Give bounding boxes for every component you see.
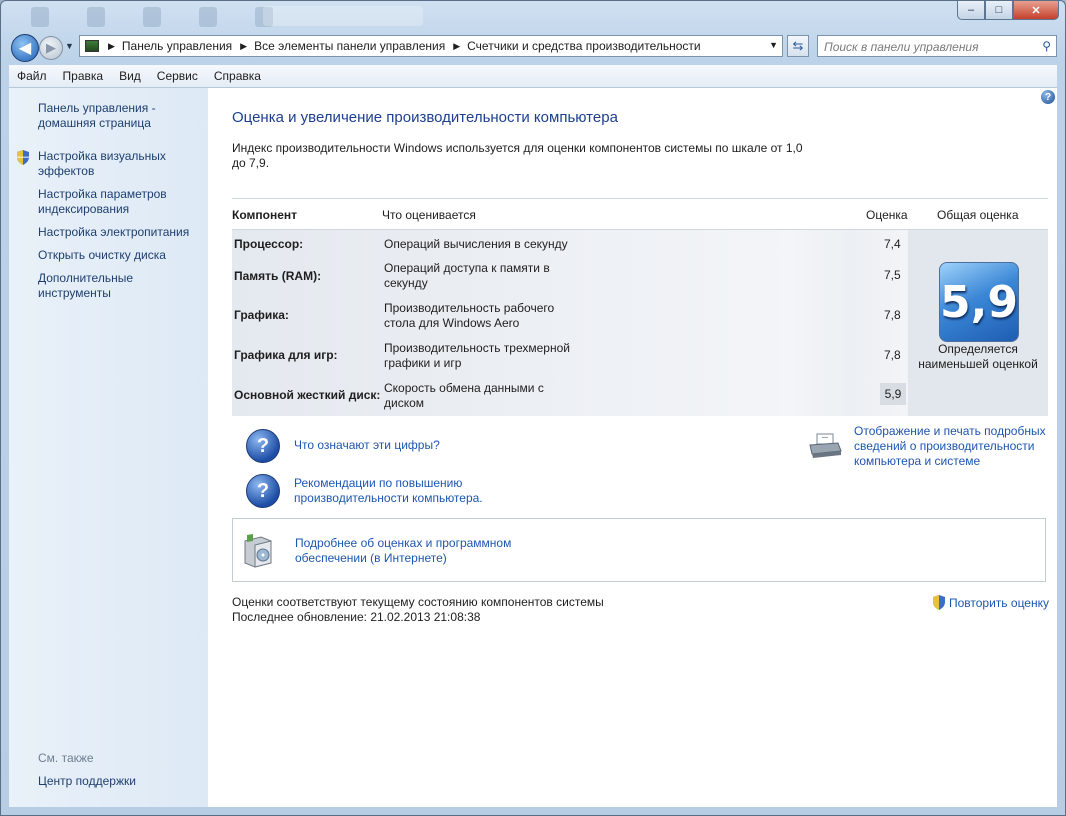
sidebar-item-power[interactable]: Настройка электропитания (38, 225, 203, 240)
overall-score-badge: 5,9 (939, 262, 1019, 342)
overall-score-panel: 5,9 Определяется наименьшей оценкой (908, 230, 1048, 416)
back-arrow-icon: ◀ (18, 40, 32, 57)
repeat-assessment-label[interactable]: Повторить оценку (949, 596, 1049, 610)
help-question-icon: ? (246, 429, 280, 463)
software-box-icon (244, 534, 272, 568)
menu-tools[interactable]: Сервис (149, 69, 206, 83)
sidebar-item-advanced-tools[interactable]: Дополнительные инструменты (38, 271, 203, 301)
breadcrumb-arrow-icon[interactable]: ▶ (453, 41, 460, 52)
component-name: Графика: (234, 308, 289, 322)
background-taskbar-icons (31, 7, 273, 27)
menu-help[interactable]: Справка (206, 69, 269, 83)
more-info-box: Подробнее об оценках и программном обесп… (232, 518, 1046, 582)
address-bar[interactable]: ▶ Панель управления ▶ Все элементы панел… (79, 35, 783, 57)
status-line-current: Оценки соответствуют текущему состоянию … (232, 595, 604, 609)
help-icon[interactable]: ? (1041, 90, 1055, 104)
content-area: Панель управления - домашняя страница На… (9, 88, 1057, 807)
maximize-button[interactable]: □ (985, 1, 1013, 20)
print-details-link[interactable]: Отображение и печать подробных сведений … (854, 424, 1054, 469)
table-header: Компонент Что оценивается Оценка Общая о… (232, 198, 1048, 230)
menu-file[interactable]: Файл (9, 69, 55, 83)
page-title: Оценка и увеличение производительности к… (232, 109, 618, 126)
refresh-button[interactable]: ⇆ (787, 35, 809, 57)
table-body: Процессор: Операций вычисления в секунду… (232, 230, 1048, 416)
more-info-link[interactable]: Подробнее об оценках и программном обесп… (295, 536, 535, 566)
menu-view[interactable]: Вид (111, 69, 149, 83)
column-header-score: Оценка (866, 208, 908, 222)
overall-score-caption: Определяется наименьшей оценкой (918, 342, 1038, 371)
navigation-bar: ◀ ▶ ▼ ▶ Панель управления ▶ Все элементы… (1, 33, 1065, 62)
score-table: Компонент Что оценивается Оценка Общая о… (232, 198, 1048, 416)
component-description: Операций доступа к памяти в секунду (384, 261, 550, 290)
printer-icon (809, 433, 842, 458)
back-button[interactable]: ◀ (11, 34, 39, 62)
column-header-what: Что оценивается (382, 208, 476, 222)
status-text: Оценки соответствуют текущему состоянию … (232, 595, 604, 625)
menu-edit[interactable]: Правка (55, 69, 112, 83)
breadcrumb-item[interactable]: Счетчики и средства производительности (467, 39, 700, 53)
component-name: Графика для игр: (234, 348, 338, 362)
see-also-heading: См. также (38, 751, 94, 765)
sidebar-item-indexing[interactable]: Настройка параметров индексирования (38, 187, 203, 217)
forward-arrow-icon: ▶ (46, 40, 56, 55)
forward-button[interactable]: ▶ (39, 36, 63, 60)
search-input[interactable]: Поиск в панели управления ⚲ (817, 35, 1057, 57)
component-score: 7,8 (884, 348, 901, 362)
breadcrumb-item[interactable]: Панель управления (122, 39, 232, 53)
breadcrumb: ▶ Панель управления ▶ Все элементы панел… (105, 39, 701, 53)
search-placeholder: Поиск в панели управления (824, 40, 979, 54)
minimize-button[interactable]: – (957, 1, 985, 20)
control-panel-icon (85, 40, 99, 52)
repeat-assessment-link[interactable]: Повторить оценку (932, 595, 1049, 610)
uac-shield-icon (17, 150, 29, 165)
uac-shield-icon (932, 595, 945, 610)
column-header-component: Компонент (232, 208, 297, 222)
component-score: 7,4 (884, 237, 901, 251)
breadcrumb-arrow-icon[interactable]: ▶ (108, 41, 115, 52)
window: – □ ✕ ◀ ▶ ▼ ▶ Панель управления ▶ Все эл… (0, 0, 1066, 816)
component-description: Операций вычисления в секунду (384, 237, 568, 251)
lowest-component-score: 5,9 (880, 383, 906, 405)
sidebar-item-home[interactable]: Панель управления - домашняя страница (38, 101, 203, 131)
title-bar: – □ ✕ (1, 1, 1065, 31)
breadcrumb-arrow-icon[interactable]: ▶ (240, 41, 247, 52)
background-window-tab (263, 6, 423, 26)
component-description: Производительность трехмерной графики и … (384, 341, 570, 370)
status-line-last-update: Последнее обновление: 21.02.2013 21:08:3… (232, 610, 481, 624)
close-button[interactable]: ✕ (1013, 1, 1059, 20)
intro-text: Индекс производительности Windows исполь… (232, 141, 803, 170)
recommendations-link[interactable]: Рекомендации по повышению производительн… (294, 476, 514, 506)
component-name: Основной жесткий диск: (234, 388, 381, 402)
sidebar: Панель управления - домашняя страница На… (9, 88, 208, 807)
sidebar-item-disk-cleanup[interactable]: Открыть очистку диска (38, 248, 203, 263)
sidebar-item-visual-effects[interactable]: Настройка визуальных эффектов (38, 149, 203, 179)
component-description: Производительность рабочего стола для Wi… (384, 301, 555, 330)
table-row: Основной жесткий диск: Скорость обмена д… (232, 381, 908, 428)
recent-pages-dropdown-icon[interactable]: ▼ (65, 41, 74, 51)
help-question-icon: ? (246, 474, 280, 508)
main-panel: ? Оценка и увеличение производительности… (208, 88, 1057, 807)
component-score: 7,8 (884, 308, 901, 322)
what-numbers-link[interactable]: Что означают эти цифры? (294, 438, 440, 453)
column-header-overall: Общая оценка (937, 208, 1019, 222)
window-controls: – □ ✕ (957, 1, 1059, 20)
refresh-icon: ⇆ (792, 38, 804, 53)
breadcrumb-item[interactable]: Все элементы панели управления (254, 39, 445, 53)
search-icon[interactable]: ⚲ (1042, 39, 1051, 53)
component-name: Процессор: (234, 237, 304, 251)
address-dropdown-icon[interactable]: ▼ (769, 40, 778, 50)
menu-bar: Файл Правка Вид Сервис Справка (9, 65, 1057, 88)
component-description: Скорость обмена данными с диском (384, 381, 544, 410)
sidebar-item-action-center[interactable]: Центр поддержки (38, 774, 203, 789)
component-score: 7,5 (884, 268, 901, 282)
component-name: Память (RAM): (234, 269, 322, 283)
